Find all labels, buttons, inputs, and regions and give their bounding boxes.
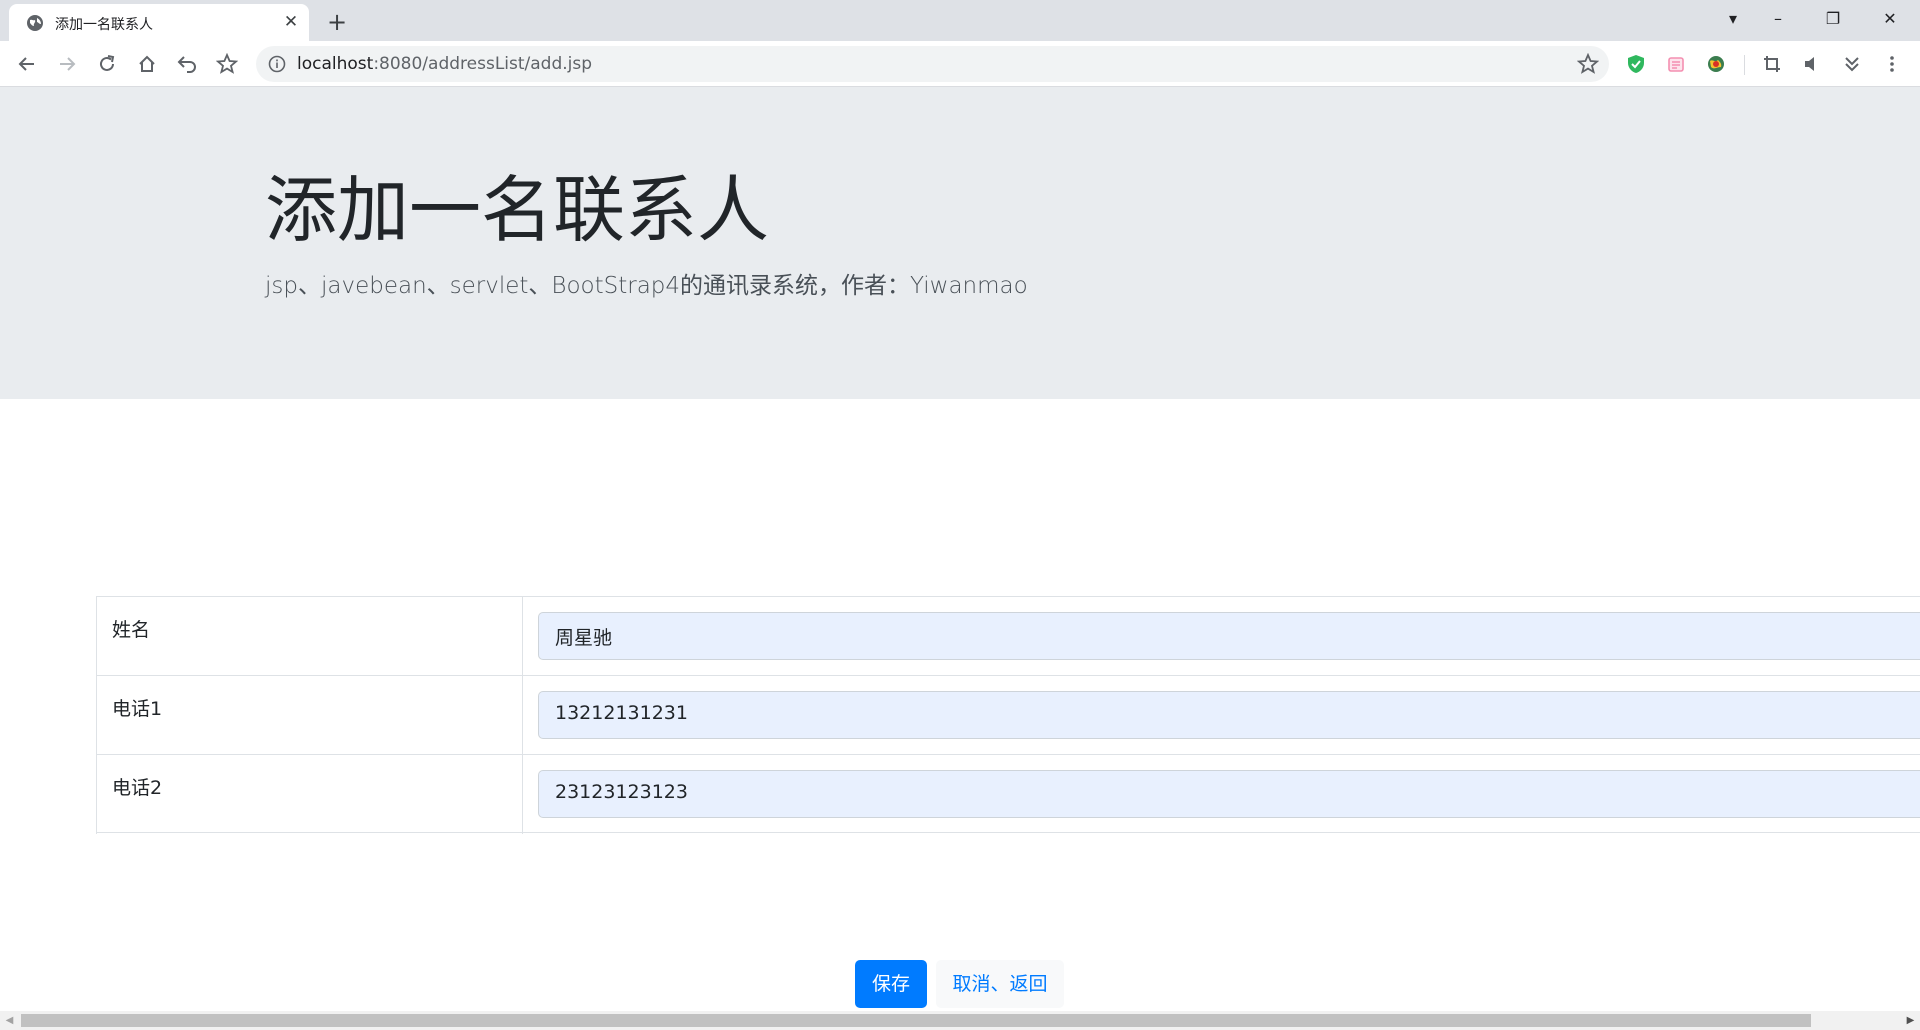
back-icon[interactable] [11,48,43,80]
scroll-right-arrow-icon[interactable]: ▶ [1901,1011,1920,1030]
url-host: localhost [297,54,374,74]
form-row-name: 姓名 周星驰 [96,596,1920,676]
tab-close-icon[interactable]: ✕ [280,11,302,33]
cancel-return-button[interactable]: 取消、返回 [936,960,1064,1008]
form-row-phone1: 电话1 13212131231 [96,675,1920,755]
reload-icon[interactable] [91,48,123,80]
address-bar[interactable]: localhost:8080/addressList/add.jsp [256,46,1609,82]
phone2-input[interactable]: 23123123123 [538,770,1920,818]
tab-strip: 添加一名联系人 ✕ + ▾ – ❐ ✕ [0,0,1920,41]
phone1-input[interactable]: 13212131231 [538,691,1920,739]
crop-icon[interactable] [1758,50,1786,78]
url-path: :8080/addressList/add.jsp [373,54,593,74]
globe-extension-icon[interactable] [1702,50,1730,78]
shield-extension-icon[interactable] [1622,50,1650,78]
forward-icon[interactable] [51,48,83,80]
info-icon[interactable] [268,55,286,73]
speaker-icon[interactable] [1798,50,1826,78]
jumbotron-header: 添加一名联系人 jsp、javebean、servlet、BootStrap4的… [0,87,1920,399]
bookmark-page-star-icon[interactable] [1576,52,1600,75]
globe-icon [26,14,44,32]
page-title: 添加一名联系人 [265,168,770,252]
page-subtitle: jsp、javebean、servlet、BootStrap4的通讯录系统，作者… [265,273,1028,299]
home-icon[interactable] [131,48,163,80]
minimize-button[interactable]: – [1758,4,1798,34]
browser-toolbar: localhost:8080/addressList/add.jsp [0,41,1920,87]
pink-extension-icon[interactable] [1662,50,1690,78]
browser-window: 添加一名联系人 ✕ + ▾ – ❐ ✕ localhost:8080/addre… [0,0,1920,1030]
bookmark-star-icon[interactable] [211,48,243,80]
phone2-label: 电话2 [112,777,163,799]
tab-title: 添加一名联系人 [55,17,153,33]
scrollbar-thumb[interactable] [21,1014,1811,1027]
undo-icon[interactable] [171,48,203,80]
form-label-cell: 电话2 [96,755,523,834]
browser-tab[interactable]: 添加一名联系人 ✕ [9,4,309,41]
name-input[interactable]: 周星驰 [538,612,1920,660]
toolbar-separator [1744,55,1745,75]
save-button[interactable]: 保存 [855,960,927,1008]
name-label: 姓名 [112,619,151,641]
scroll-left-arrow-icon[interactable]: ◀ [0,1011,19,1030]
form-label-cell: 姓名 [96,597,523,676]
url-text: localhost:8080/addressList/add.jsp [297,54,592,74]
more-menu-icon[interactable] [1878,50,1906,78]
double-chevron-down-icon[interactable] [1838,50,1866,78]
restore-button[interactable]: ❐ [1813,4,1853,34]
horizontal-scrollbar[interactable]: ◀ ▶ [0,1011,1920,1030]
tab-search-icon[interactable]: ▾ [1713,4,1753,34]
new-tab-button[interactable]: + [323,8,351,36]
form-label-cell: 电话1 [96,676,523,755]
close-window-button[interactable]: ✕ [1870,4,1910,34]
form-row-phone2: 电话2 23123123123 [96,754,1920,834]
phone1-label: 电话1 [112,698,163,720]
